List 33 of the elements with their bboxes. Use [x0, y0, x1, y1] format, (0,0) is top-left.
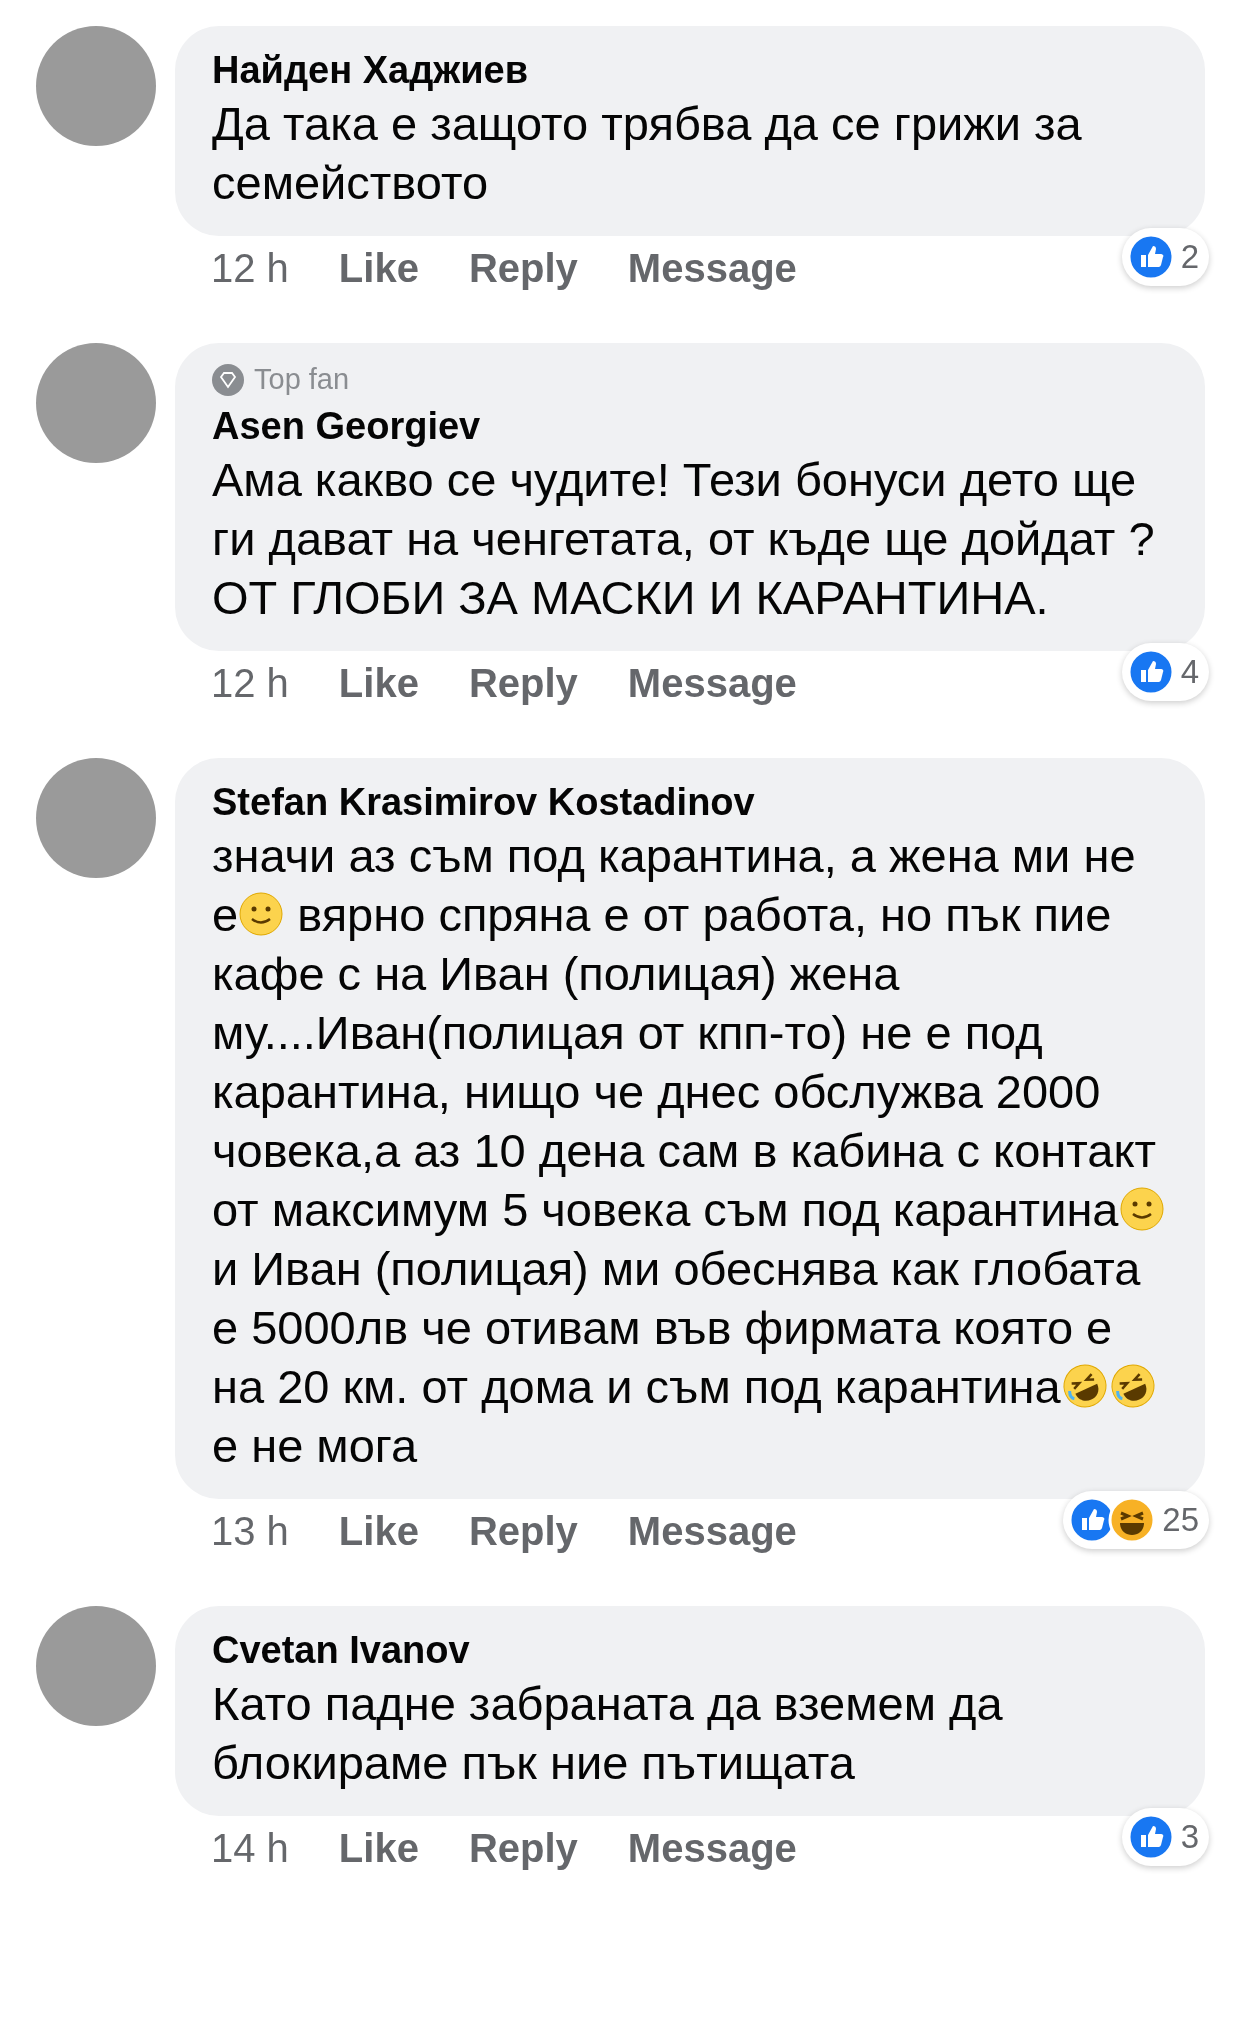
comment-time: 13 h [211, 1509, 289, 1554]
comment-action-link[interactable]: Message [627, 1509, 797, 1554]
author-name[interactable]: Stefan Krasimirov Kostadinov [212, 778, 1169, 826]
comment-action-link[interactable]: Reply [468, 1509, 578, 1554]
comment-action-link[interactable]: Reply [468, 246, 578, 291]
smiling-face-icon [238, 890, 285, 937]
comment-text: Ама какво се чудите! Тези бонуси дето ще ги дават на ченгетата, от къде ще дойдат ? ОТ ГЛОБИ ЗА МАСКИ И КАРАНТИНА. [212, 452, 1156, 626]
comment-time: 14 h [211, 1826, 289, 1871]
comment-action-link[interactable]: Like [338, 1509, 419, 1554]
reaction-count-badge[interactable]: 2 [1121, 228, 1209, 286]
laughing-face-icon [1108, 1361, 1157, 1410]
comment-action-link[interactable]: Reply [468, 1826, 578, 1871]
comment-action-link[interactable]: Reply [468, 661, 578, 706]
comment-time: 12 h [211, 661, 289, 706]
reaction-count-badge[interactable]: 4 [1121, 643, 1209, 701]
comment-time: 12 h [211, 246, 289, 291]
author-name[interactable]: Cvetan Ivanov [212, 1626, 1169, 1674]
comment-text: Да така е защото трябва да се грижи за семейството [212, 96, 1083, 211]
comment-action-link[interactable]: Like [338, 661, 419, 706]
smiling-face-icon [1118, 1185, 1165, 1232]
comment-action-link[interactable]: Message [627, 246, 797, 291]
comment-action-link[interactable]: Like [338, 246, 419, 291]
comment-action-link[interactable]: Like [338, 1826, 419, 1871]
author-name[interactable]: Asen Georgiev [212, 402, 1169, 450]
comment-action-link[interactable]: Message [627, 1826, 797, 1871]
comment-text: значи аз съм под карантина, а жена ми не е вярно спряна е от работа, но пък пие кафе с на Иван (полицая) жена му....Иван(полицая от кпп-то) не е под карантина, нищо че днес обслужва 2000 човека,а аз 10 дена сам в кабина с контакт от максимум 5 човека съм под карантина и Иван (полицая) ми обеснява как глобата е 5000лв че отивам във фирмата която е на 20 км. от дома и съм под карантина е не мога [212, 826, 1169, 1475]
author-name[interactable]: Найден Хаджиев [212, 46, 1169, 94]
laughing-face-icon [1060, 1361, 1109, 1410]
top-fan-label: Top fan [254, 363, 350, 396]
comment-action-link[interactable]: Message [627, 661, 797, 706]
comment-text: Като падне забраната да вземем да блокираме пък ние пътищата [212, 1676, 1004, 1791]
reaction-count-badge[interactable]: 25 [1063, 1491, 1209, 1549]
reaction-count-badge[interactable]: 3 [1121, 1808, 1209, 1866]
